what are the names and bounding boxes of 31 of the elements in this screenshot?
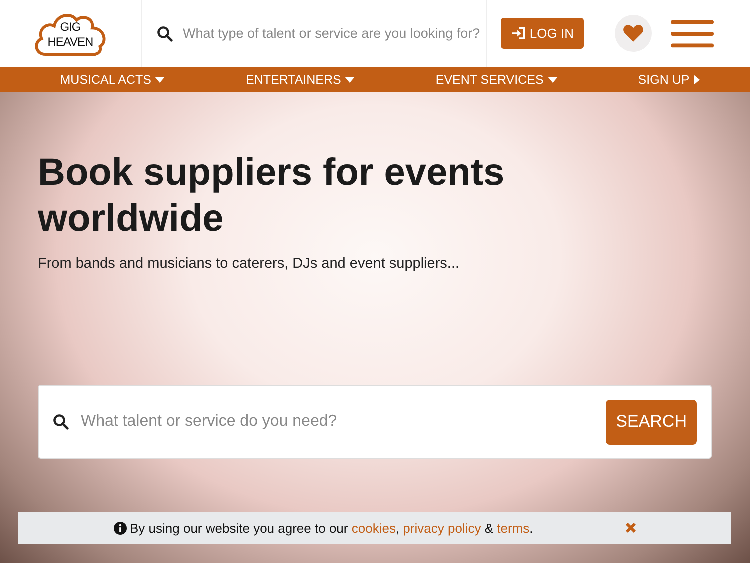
logo-text: HEAVEN: [48, 34, 94, 50]
close-icon: [625, 522, 637, 534]
policy-link[interactable]: privacy policy: [403, 520, 482, 536]
policy-link[interactable]: terms: [497, 520, 530, 536]
caret-right-icon: [694, 74, 700, 84]
menu-button[interactable]: [671, 18, 714, 48]
search-button[interactable]: SEARCH: [606, 400, 697, 444]
nav-link[interactable]: MUSICAL ACTS: [60, 72, 166, 86]
nav-link[interactable]: EVENT SERVICES: [436, 72, 558, 86]
favourites-button[interactable]: [615, 15, 652, 52]
cookie-notice-text: By using our website you agree to our cookies, privacy policy & terms.: [130, 520, 534, 536]
logo-text: GIG: [60, 20, 81, 34]
nav-link[interactable]: SIGN UP: [638, 72, 700, 86]
search-field[interactable]: What talent or service do you need? SEARCH: [38, 385, 712, 459]
caret-down-icon: [345, 76, 356, 82]
close-button[interactable]: [625, 522, 637, 534]
caret-down-icon: [155, 76, 166, 82]
login-button[interactable]: LOG IN: [500, 18, 584, 49]
search-field[interactable]: What type of talent or service are you looking for?: [181, 25, 485, 42]
policy-link[interactable]: cookies: [352, 520, 396, 536]
heart-icon: [623, 24, 644, 43]
sign-in-icon: [510, 27, 526, 40]
nav-link[interactable]: ENTERTAINERS: [246, 72, 356, 86]
hero-subtitle: From bands and musicians to caterers, DJs and event suppliers...: [38, 256, 460, 272]
info-icon: [114, 522, 127, 534]
cloud-logo[interactable]: GIG HEAVEN: [32, 8, 110, 60]
menu-icon: [671, 18, 714, 48]
caret-down-icon: [548, 76, 558, 82]
search-icon: [53, 414, 69, 430]
hero-title: Book suppliers for events worldwide: [38, 151, 506, 242]
search-icon: [157, 26, 173, 42]
